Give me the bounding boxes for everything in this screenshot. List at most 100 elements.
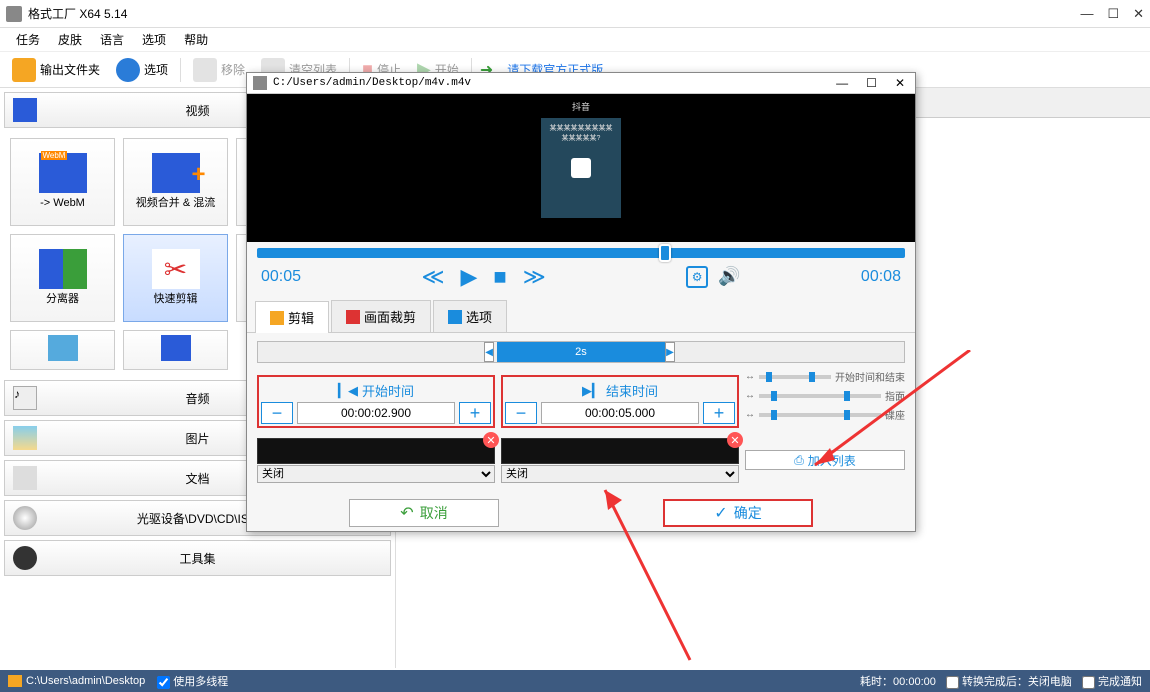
dialog-maximize[interactable]: ☐ bbox=[862, 76, 881, 90]
thumb-1-select[interactable]: 关闭 bbox=[257, 465, 495, 483]
end-plus-button[interactable]: + bbox=[703, 402, 735, 424]
tab-options[interactable]: 选项 bbox=[433, 300, 507, 332]
merge-label: 视频合并 & 混流 bbox=[136, 197, 215, 210]
category-tools[interactable]: 工具集 bbox=[4, 540, 391, 576]
cancel-button[interactable]: ↶ 取消 bbox=[349, 499, 499, 527]
ok-label: 确定 bbox=[734, 503, 762, 523]
prev-button[interactable]: ≪ bbox=[421, 264, 444, 290]
slider-b[interactable] bbox=[759, 394, 881, 398]
slider-a[interactable] bbox=[759, 375, 831, 379]
thumb-1-close[interactable]: ✕ bbox=[483, 432, 499, 448]
seek-thumb[interactable] bbox=[659, 244, 671, 262]
dialog-titlebar: C:/Users/admin/Desktop/m4v.m4v — ☐ ✕ bbox=[247, 73, 915, 94]
conv-merge[interactable]: 视频合并 & 混流 bbox=[123, 138, 228, 226]
time-current: 00:05 bbox=[261, 268, 301, 286]
options-button[interactable]: 选项 bbox=[112, 56, 172, 84]
stop-button[interactable]: ■ bbox=[493, 264, 506, 290]
conv-more1[interactable] bbox=[10, 330, 115, 370]
tabs: 剪辑 画面裁剪 选项 bbox=[247, 300, 915, 333]
timeline-segment[interactable]: 2s bbox=[497, 342, 665, 362]
multithread-checkbox[interactable]: 使用多线程 bbox=[157, 673, 228, 689]
tab-edit-label: 剪辑 bbox=[288, 308, 314, 327]
elapsed-label: 耗时：00:00:00 bbox=[860, 673, 936, 689]
menu-task[interactable]: 任务 bbox=[8, 29, 48, 50]
conv-webm[interactable]: -> WebM bbox=[10, 138, 115, 226]
webm-label: -> WebM bbox=[40, 197, 85, 210]
timeline-handle-right[interactable]: ▶ bbox=[665, 342, 675, 362]
dialog-minimize[interactable]: — bbox=[832, 76, 852, 90]
end-time-box: ▶▎ 结束时间 − + bbox=[501, 375, 739, 428]
thumb-1-img[interactable] bbox=[257, 438, 495, 464]
audio-category-icon: ♪ bbox=[13, 386, 37, 410]
end-time-input[interactable] bbox=[541, 402, 699, 424]
folder-icon bbox=[8, 675, 22, 687]
start-plus-button[interactable]: + bbox=[459, 402, 491, 424]
remove-button[interactable]: 移除 bbox=[189, 56, 249, 84]
close-button[interactable]: ✕ bbox=[1133, 6, 1144, 22]
slider-c[interactable] bbox=[759, 413, 881, 417]
thumb-2-close[interactable]: ✕ bbox=[727, 432, 743, 448]
play-button[interactable]: ▶ bbox=[460, 264, 477, 290]
video-preview[interactable]: 抖音 某某某某某某某某某某某某某某? bbox=[247, 94, 915, 242]
end-marker-icon: ▶▎ bbox=[582, 383, 602, 399]
add-list-label: 加入列表 bbox=[808, 452, 856, 469]
start-time-input[interactable] bbox=[297, 402, 455, 424]
menu-option[interactable]: 选项 bbox=[134, 29, 174, 50]
tab-crop-label: 画面裁剪 bbox=[364, 307, 416, 326]
disc-category-label: 光驱设备\DVD\CD\ISO bbox=[137, 510, 258, 527]
status-bar: C:\Users\admin\Desktop 使用多线程 耗时：00:00:00… bbox=[0, 670, 1150, 692]
tab-edit[interactable]: 剪辑 bbox=[255, 301, 329, 333]
thumb-2-img[interactable] bbox=[501, 438, 739, 464]
thumb-1: ✕ 关闭 bbox=[257, 438, 495, 483]
menu-skin[interactable]: 皮肤 bbox=[50, 29, 90, 50]
cancel-label: 取消 bbox=[420, 503, 448, 523]
document-category-icon bbox=[13, 466, 37, 490]
scissor-icon bbox=[152, 249, 200, 289]
add-icon: ⎙ bbox=[794, 453, 804, 468]
start-time-box: ▎◀ 开始时间 − + bbox=[257, 375, 495, 428]
timeline-handle-left[interactable]: ◀ bbox=[484, 342, 494, 362]
check-icon: ✓ bbox=[714, 503, 727, 523]
folder-icon bbox=[12, 58, 36, 82]
splitter-label: 分离器 bbox=[46, 293, 79, 306]
time-total: 00:08 bbox=[861, 268, 901, 286]
thumb-2-select[interactable]: 关闭 bbox=[501, 465, 739, 483]
shutdown-checkbox[interactable]: 转换完成后：关闭电脑 bbox=[946, 673, 1072, 689]
next-button[interactable]: ≫ bbox=[523, 264, 546, 290]
end-minus-button[interactable]: − bbox=[505, 402, 537, 424]
dialog-close[interactable]: ✕ bbox=[891, 76, 909, 90]
start-minus-button[interactable]: − bbox=[261, 402, 293, 424]
slider-c-icon: ↔ bbox=[745, 409, 755, 420]
minimize-button[interactable]: — bbox=[1080, 6, 1093, 22]
end-time-label: 结束时间 bbox=[606, 381, 658, 400]
maximize-button[interactable]: ☐ bbox=[1107, 6, 1119, 22]
start-time-label: 开始时间 bbox=[362, 381, 414, 400]
tools-category-label: 工具集 bbox=[179, 550, 215, 567]
conv-quickcut[interactable]: 快速剪辑 bbox=[123, 234, 228, 322]
menu-bar: 任务 皮肤 语言 选项 帮助 bbox=[0, 28, 1150, 52]
conv-more2[interactable] bbox=[123, 330, 228, 370]
more-icon bbox=[48, 335, 78, 361]
splitter-icon bbox=[39, 249, 87, 289]
separator bbox=[180, 58, 181, 82]
crop-tab-icon bbox=[346, 310, 360, 324]
output-path[interactable]: C:\Users\admin\Desktop bbox=[8, 675, 145, 687]
tools-category-icon bbox=[13, 546, 37, 570]
conv-splitter[interactable]: 分离器 bbox=[10, 234, 115, 322]
dialog-icon bbox=[253, 76, 267, 90]
ok-button[interactable]: ✓ 确定 bbox=[663, 499, 813, 527]
menu-help[interactable]: 帮助 bbox=[176, 29, 216, 50]
output-folder-button[interactable]: 输出文件夹 bbox=[8, 56, 104, 84]
timeline-track[interactable]: ◀ 2s ▶ bbox=[257, 341, 905, 363]
add-to-list-button[interactable]: ⎙ 加入列表 bbox=[745, 450, 905, 470]
volume-icon[interactable]: 🔊 bbox=[718, 266, 740, 288]
settings-icon[interactable]: ⚙ bbox=[686, 266, 708, 288]
menu-lang[interactable]: 语言 bbox=[92, 29, 132, 50]
seek-bar[interactable] bbox=[257, 248, 905, 258]
gear-icon bbox=[116, 58, 140, 82]
tab-options-label: 选项 bbox=[466, 307, 492, 326]
notify-checkbox[interactable]: 完成通知 bbox=[1082, 673, 1142, 689]
webm-icon bbox=[39, 153, 87, 193]
tab-crop[interactable]: 画面裁剪 bbox=[331, 300, 431, 332]
thumb-2: ✕ 关闭 bbox=[501, 438, 739, 483]
